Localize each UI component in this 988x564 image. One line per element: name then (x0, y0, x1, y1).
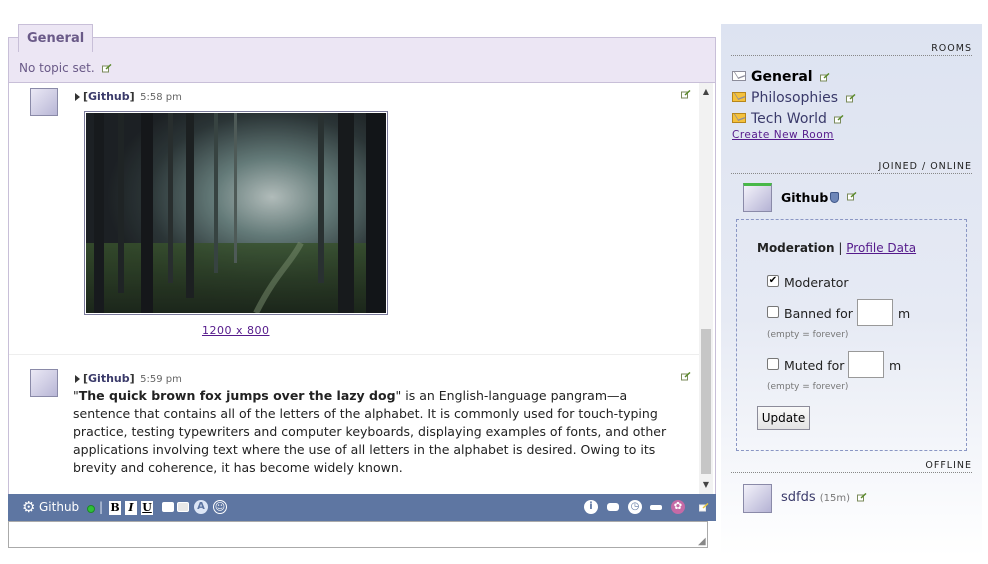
moderation-panel: Moderation | Profile Data ✔ Moderator Ba… (736, 219, 967, 451)
create-room-link[interactable]: Create New Room (732, 129, 834, 141)
message-body: "The quick brown fox jumps over the lazy… (73, 388, 667, 475)
chat-toolbar: ⚙ Github | B I U A ☺ i ◷ ✿ (8, 494, 716, 521)
message-item: [Github] 5:58 pm 1200 x 800 (9, 83, 699, 355)
scroll-up-arrow-icon[interactable]: ▲ (699, 85, 713, 99)
message-username[interactable]: [Github] (83, 90, 135, 103)
envelope-unread-icon (732, 92, 746, 102)
online-status-dot (87, 505, 95, 513)
italic-button[interactable]: I (125, 501, 137, 515)
message-header: [Github] 5:58 pm (75, 90, 182, 103)
edit-message-icon[interactable] (681, 372, 691, 381)
edit-icon[interactable] (699, 503, 709, 512)
message-list: [Github] 5:58 pm 1200 x 800 [Github] 5:5… (8, 83, 716, 494)
sidebar: ROOMS General Philosophies Tech World Cr… (721, 24, 982, 556)
attachment-icon[interactable] (177, 502, 189, 512)
message-scrollbar[interactable]: ▲ ▼ (699, 83, 713, 494)
banned-hint: (empty = forever) (767, 330, 849, 340)
message-time: 5:59 pm (140, 374, 182, 385)
envelope-unread-icon (732, 113, 746, 123)
toolbar-separator: | (99, 500, 104, 514)
topic-text: No topic set. (19, 61, 95, 75)
offline-heading: OFFLINE (731, 460, 972, 473)
joined-online-heading: JOINED / ONLINE (731, 161, 972, 174)
forest-image[interactable] (86, 113, 386, 313)
edit-room-icon[interactable] (820, 72, 830, 82)
image-size-link[interactable]: 1200 x 800 (202, 324, 270, 337)
edit-room-icon[interactable] (834, 114, 844, 124)
image-frame[interactable] (84, 111, 388, 315)
expand-triangle-icon[interactable] (75, 375, 80, 383)
avatar[interactable] (743, 183, 772, 212)
room-item-tech-world[interactable]: Tech World (732, 111, 844, 127)
idle-time: (15m) (819, 493, 851, 504)
update-button[interactable]: Update (757, 406, 810, 430)
edit-user-icon[interactable] (857, 493, 867, 502)
moderation-header: Moderation | Profile Data (757, 241, 916, 255)
moderator-label: Moderator (784, 275, 849, 290)
muted-unit: m (889, 358, 902, 373)
avatar[interactable] (30, 88, 58, 116)
edit-room-icon[interactable] (845, 93, 856, 103)
tab-general[interactable]: General (18, 24, 94, 52)
chat-bubble-icon[interactable] (607, 503, 619, 511)
resize-grip-icon[interactable]: ◢ (698, 536, 706, 547)
avatar[interactable] (30, 369, 58, 397)
edit-user-icon[interactable] (847, 192, 857, 201)
muted-checkbox[interactable] (767, 358, 779, 370)
clock-icon[interactable]: ◷ (628, 500, 642, 514)
banned-label: Banned for (784, 306, 853, 321)
edit-message-icon[interactable] (681, 90, 691, 99)
muted-minutes-input[interactable] (848, 351, 884, 378)
scroll-down-arrow-icon[interactable]: ▼ (699, 478, 713, 492)
muted-hint: (empty = forever) (767, 382, 849, 392)
scroll-thumb[interactable] (701, 329, 711, 474)
room-topic: No topic set. (19, 61, 112, 75)
minimize-icon[interactable] (650, 505, 662, 510)
bold-button[interactable]: B (109, 501, 121, 515)
moderation-separator: | (838, 241, 843, 255)
offline-username: sdfds (781, 490, 816, 505)
room-item-general[interactable]: General (732, 69, 830, 85)
joined-username[interactable]: Github (781, 190, 828, 205)
gear-icon[interactable]: ⚙ (22, 494, 35, 521)
offline-user[interactable]: sdfds (15m) (781, 490, 867, 505)
profile-data-link[interactable]: Profile Data (846, 241, 916, 255)
envelope-icon (732, 71, 746, 81)
toolbar-username[interactable]: Github (39, 494, 79, 521)
moderator-checkbox[interactable]: ✔ (767, 275, 779, 287)
muted-label: Muted for (784, 358, 845, 373)
avatar[interactable] (743, 484, 772, 513)
message-bold-text: The quick brown fox jumps over the lazy … (78, 388, 396, 403)
moderator-shield-icon (830, 192, 839, 203)
edit-topic-icon[interactable] (101, 64, 112, 73)
emoticon-icon[interactable]: ☺ (213, 500, 227, 514)
info-icon[interactable]: i (584, 500, 598, 514)
banned-checkbox[interactable] (767, 306, 779, 318)
chat-panel: No topic set. General [Github] 5:58 pm 1… (8, 24, 716, 550)
chat-input[interactable] (8, 521, 708, 548)
message-username[interactable]: [Github] (83, 372, 135, 385)
message-header: [Github] 5:59 pm (75, 372, 182, 385)
message-item: [Github] 5:59 pm "The quick brown fox ju… (9, 359, 699, 494)
banned-minutes-input[interactable] (857, 299, 893, 326)
message-time: 5:58 pm (140, 92, 182, 103)
rooms-heading: ROOMS (731, 43, 972, 56)
underline-button[interactable]: U (141, 501, 153, 515)
moderation-title: Moderation (757, 241, 835, 255)
image-upload-icon[interactable] (162, 502, 174, 512)
color-picker-icon[interactable]: A (194, 500, 208, 514)
expand-triangle-icon[interactable] (75, 93, 80, 101)
banned-unit: m (898, 306, 911, 321)
topic-bar: No topic set. (8, 37, 716, 83)
room-item-philosophies[interactable]: Philosophies (732, 90, 856, 106)
settings-flower-icon[interactable]: ✿ (671, 500, 685, 514)
